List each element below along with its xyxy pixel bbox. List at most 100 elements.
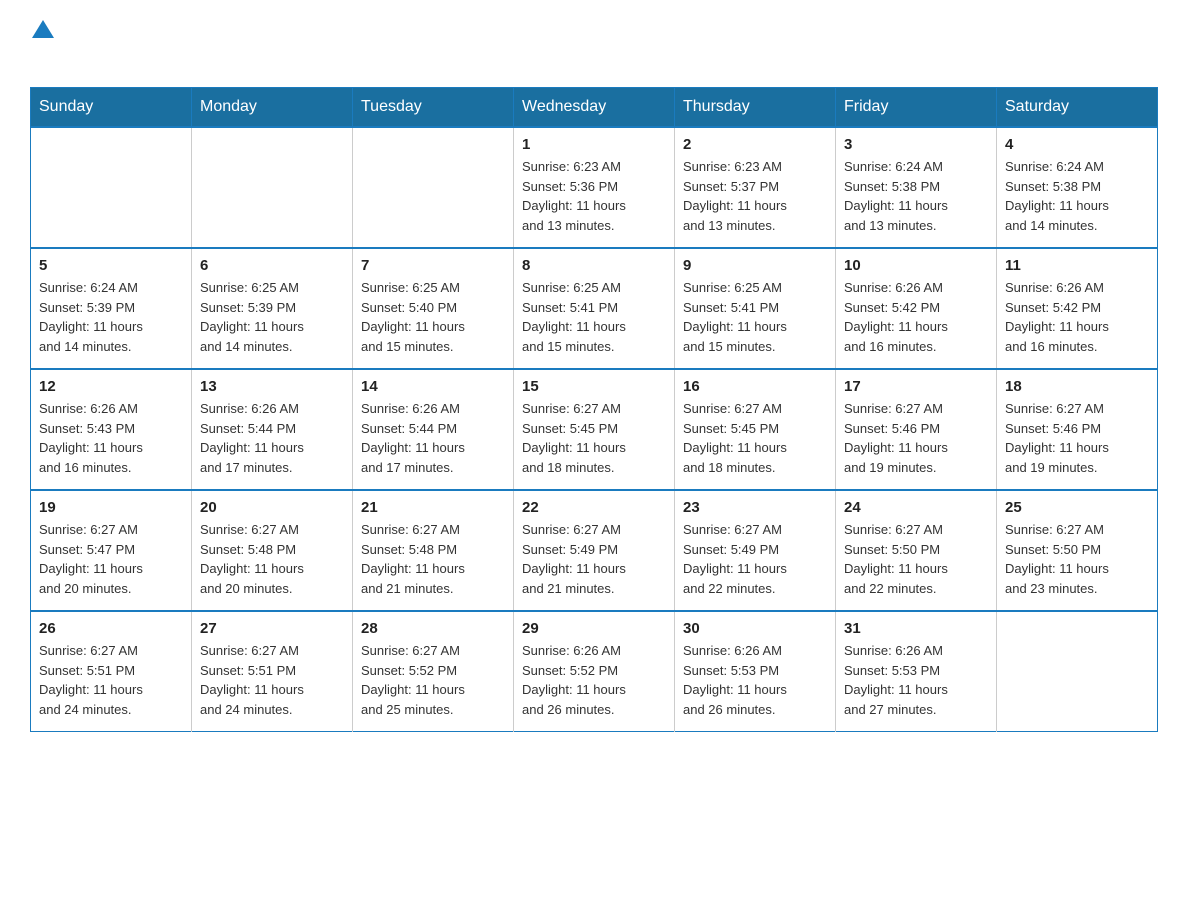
- day-number: 8: [522, 257, 666, 274]
- day-number: 28: [361, 620, 505, 637]
- calendar-cell: 27 Sunrise: 6:27 AM Sunset: 5:51 PM Dayli…: [192, 611, 353, 732]
- day-number: 5: [39, 257, 183, 274]
- day-number: 14: [361, 378, 505, 395]
- weekday-header-tuesday: Tuesday: [353, 88, 514, 128]
- day-info: Sunrise: 6:24 AM Sunset: 5:38 PM Dayligh…: [844, 157, 988, 235]
- calendar-cell: 5Sunrise: 6:24 AM Sunset: 5:39 PM Daylig…: [31, 248, 192, 369]
- calendar-cell: 16 Sunrise: 6:27 AM Sunset: 5:45 PM Dayli…: [675, 369, 836, 490]
- day-info: Sunrise: 6:26 AM Sunset: 5:53 PM Dayligh…: [683, 641, 827, 719]
- calendar-week-1: 1 Sunrise: 6:23 AM Sunset: 5:36 PM Daylig…: [31, 127, 1158, 248]
- calendar-cell: 18 Sunrise: 6:27 AM Sunset: 5:46 PM Dayli…: [997, 369, 1158, 490]
- day-number: 26: [39, 620, 183, 637]
- day-info: Sunrise: 6:25 AM Sunset: 5:40 PM Dayligh…: [361, 278, 505, 356]
- calendar-body: 1 Sunrise: 6:23 AM Sunset: 5:36 PM Daylig…: [31, 127, 1158, 732]
- day-info: Sunrise: 6:27 AM Sunset: 5:50 PM Dayligh…: [844, 520, 988, 598]
- day-number: 31: [844, 620, 988, 637]
- day-number: 29: [522, 620, 666, 637]
- calendar-cell: 4 Sunrise: 6:24 AM Sunset: 5:38 PM Daylig…: [997, 127, 1158, 248]
- calendar-cell: [353, 127, 514, 248]
- day-number: 12: [39, 378, 183, 395]
- calendar-table: SundayMondayTuesdayWednesdayThursdayFrid…: [30, 87, 1158, 732]
- calendar-cell: 26 Sunrise: 6:27 AM Sunset: 5:51 PM Dayli…: [31, 611, 192, 732]
- day-info: Sunrise: 6:27 AM Sunset: 5:45 PM Dayligh…: [683, 399, 827, 477]
- calendar-cell: 12 Sunrise: 6:26 AM Sunset: 5:43 PM Dayli…: [31, 369, 192, 490]
- calendar-cell: [31, 127, 192, 248]
- day-info: Sunrise: 6:27 AM Sunset: 5:45 PM Dayligh…: [522, 399, 666, 477]
- day-info: Sunrise: 6:27 AM Sunset: 5:48 PM Dayligh…: [361, 520, 505, 598]
- weekday-header-wednesday: Wednesday: [514, 88, 675, 128]
- calendar-cell: 1 Sunrise: 6:23 AM Sunset: 5:36 PM Daylig…: [514, 127, 675, 248]
- calendar-cell: 8Sunrise: 6:25 AM Sunset: 5:41 PM Daylig…: [514, 248, 675, 369]
- day-info: Sunrise: 6:26 AM Sunset: 5:42 PM Dayligh…: [1005, 278, 1149, 356]
- calendar-cell: 20Sunrise: 6:27 AM Sunset: 5:48 PM Dayli…: [192, 490, 353, 611]
- calendar-cell: 7 Sunrise: 6:25 AM Sunset: 5:40 PM Daylig…: [353, 248, 514, 369]
- day-info: Sunrise: 6:27 AM Sunset: 5:49 PM Dayligh…: [522, 520, 666, 598]
- calendar-cell: 23Sunrise: 6:27 AM Sunset: 5:49 PM Dayli…: [675, 490, 836, 611]
- day-info: Sunrise: 6:26 AM Sunset: 5:44 PM Dayligh…: [361, 399, 505, 477]
- weekday-header-friday: Friday: [836, 88, 997, 128]
- day-number: 18: [1005, 378, 1149, 395]
- calendar-cell: 17Sunrise: 6:27 AM Sunset: 5:46 PM Dayli…: [836, 369, 997, 490]
- day-number: 4: [1005, 136, 1149, 153]
- calendar-cell: 11Sunrise: 6:26 AM Sunset: 5:42 PM Dayli…: [997, 248, 1158, 369]
- calendar-week-5: 26 Sunrise: 6:27 AM Sunset: 5:51 PM Dayli…: [31, 611, 1158, 732]
- calendar-cell: 30 Sunrise: 6:26 AM Sunset: 5:53 PM Dayli…: [675, 611, 836, 732]
- day-info: Sunrise: 6:23 AM Sunset: 5:37 PM Dayligh…: [683, 157, 827, 235]
- page-header: [30, 20, 1158, 69]
- day-info: Sunrise: 6:24 AM Sunset: 5:38 PM Dayligh…: [1005, 157, 1149, 235]
- calendar-header: SundayMondayTuesdayWednesdayThursdayFrid…: [31, 88, 1158, 128]
- day-number: 1: [522, 136, 666, 153]
- calendar-cell: 14 Sunrise: 6:26 AM Sunset: 5:44 PM Dayli…: [353, 369, 514, 490]
- day-number: 15: [522, 378, 666, 395]
- day-number: 27: [200, 620, 344, 637]
- day-number: 10: [844, 257, 988, 274]
- day-number: 19: [39, 499, 183, 516]
- day-number: 16: [683, 378, 827, 395]
- day-info: Sunrise: 6:25 AM Sunset: 5:41 PM Dayligh…: [683, 278, 827, 356]
- calendar-cell: 6Sunrise: 6:25 AM Sunset: 5:39 PM Daylig…: [192, 248, 353, 369]
- day-number: 6: [200, 257, 344, 274]
- day-info: Sunrise: 6:27 AM Sunset: 5:52 PM Dayligh…: [361, 641, 505, 719]
- logo: [30, 20, 54, 69]
- day-info: Sunrise: 6:27 AM Sunset: 5:46 PM Dayligh…: [844, 399, 988, 477]
- weekday-header-sunday: Sunday: [31, 88, 192, 128]
- calendar-cell: 15 Sunrise: 6:27 AM Sunset: 5:45 PM Dayli…: [514, 369, 675, 490]
- calendar-cell: 3 Sunrise: 6:24 AM Sunset: 5:38 PM Daylig…: [836, 127, 997, 248]
- day-info: Sunrise: 6:23 AM Sunset: 5:36 PM Dayligh…: [522, 157, 666, 235]
- day-info: Sunrise: 6:27 AM Sunset: 5:47 PM Dayligh…: [39, 520, 183, 598]
- calendar-week-3: 12 Sunrise: 6:26 AM Sunset: 5:43 PM Dayli…: [31, 369, 1158, 490]
- calendar-cell: 10 Sunrise: 6:26 AM Sunset: 5:42 PM Dayli…: [836, 248, 997, 369]
- day-number: 21: [361, 499, 505, 516]
- calendar-cell: 9 Sunrise: 6:25 AM Sunset: 5:41 PM Daylig…: [675, 248, 836, 369]
- calendar-cell: 24Sunrise: 6:27 AM Sunset: 5:50 PM Dayli…: [836, 490, 997, 611]
- calendar-cell: [997, 611, 1158, 732]
- calendar-cell: 21 Sunrise: 6:27 AM Sunset: 5:48 PM Dayli…: [353, 490, 514, 611]
- weekday-header-monday: Monday: [192, 88, 353, 128]
- day-number: 7: [361, 257, 505, 274]
- weekday-header-thursday: Thursday: [675, 88, 836, 128]
- day-number: 30: [683, 620, 827, 637]
- day-info: Sunrise: 6:27 AM Sunset: 5:51 PM Dayligh…: [39, 641, 183, 719]
- weekday-header-saturday: Saturday: [997, 88, 1158, 128]
- calendar-week-4: 19 Sunrise: 6:27 AM Sunset: 5:47 PM Dayli…: [31, 490, 1158, 611]
- day-info: Sunrise: 6:27 AM Sunset: 5:46 PM Dayligh…: [1005, 399, 1149, 477]
- day-info: Sunrise: 6:27 AM Sunset: 5:51 PM Dayligh…: [200, 641, 344, 719]
- day-number: 3: [844, 136, 988, 153]
- calendar-cell: 28 Sunrise: 6:27 AM Sunset: 5:52 PM Dayli…: [353, 611, 514, 732]
- day-info: Sunrise: 6:26 AM Sunset: 5:44 PM Dayligh…: [200, 399, 344, 477]
- calendar-week-2: 5Sunrise: 6:24 AM Sunset: 5:39 PM Daylig…: [31, 248, 1158, 369]
- calendar-cell: 22 Sunrise: 6:27 AM Sunset: 5:49 PM Dayli…: [514, 490, 675, 611]
- day-number: 9: [683, 257, 827, 274]
- calendar-cell: 31Sunrise: 6:26 AM Sunset: 5:53 PM Dayli…: [836, 611, 997, 732]
- day-info: Sunrise: 6:27 AM Sunset: 5:48 PM Dayligh…: [200, 520, 344, 598]
- day-number: 22: [522, 499, 666, 516]
- day-info: Sunrise: 6:26 AM Sunset: 5:42 PM Dayligh…: [844, 278, 988, 356]
- weekday-row: SundayMondayTuesdayWednesdayThursdayFrid…: [31, 88, 1158, 128]
- calendar-cell: 13Sunrise: 6:26 AM Sunset: 5:44 PM Dayli…: [192, 369, 353, 490]
- calendar-cell: 2Sunrise: 6:23 AM Sunset: 5:37 PM Daylig…: [675, 127, 836, 248]
- day-info: Sunrise: 6:26 AM Sunset: 5:43 PM Dayligh…: [39, 399, 183, 477]
- logo-triangle-icon: [32, 20, 54, 38]
- day-info: Sunrise: 6:26 AM Sunset: 5:52 PM Dayligh…: [522, 641, 666, 719]
- day-info: Sunrise: 6:27 AM Sunset: 5:50 PM Dayligh…: [1005, 520, 1149, 598]
- day-number: 23: [683, 499, 827, 516]
